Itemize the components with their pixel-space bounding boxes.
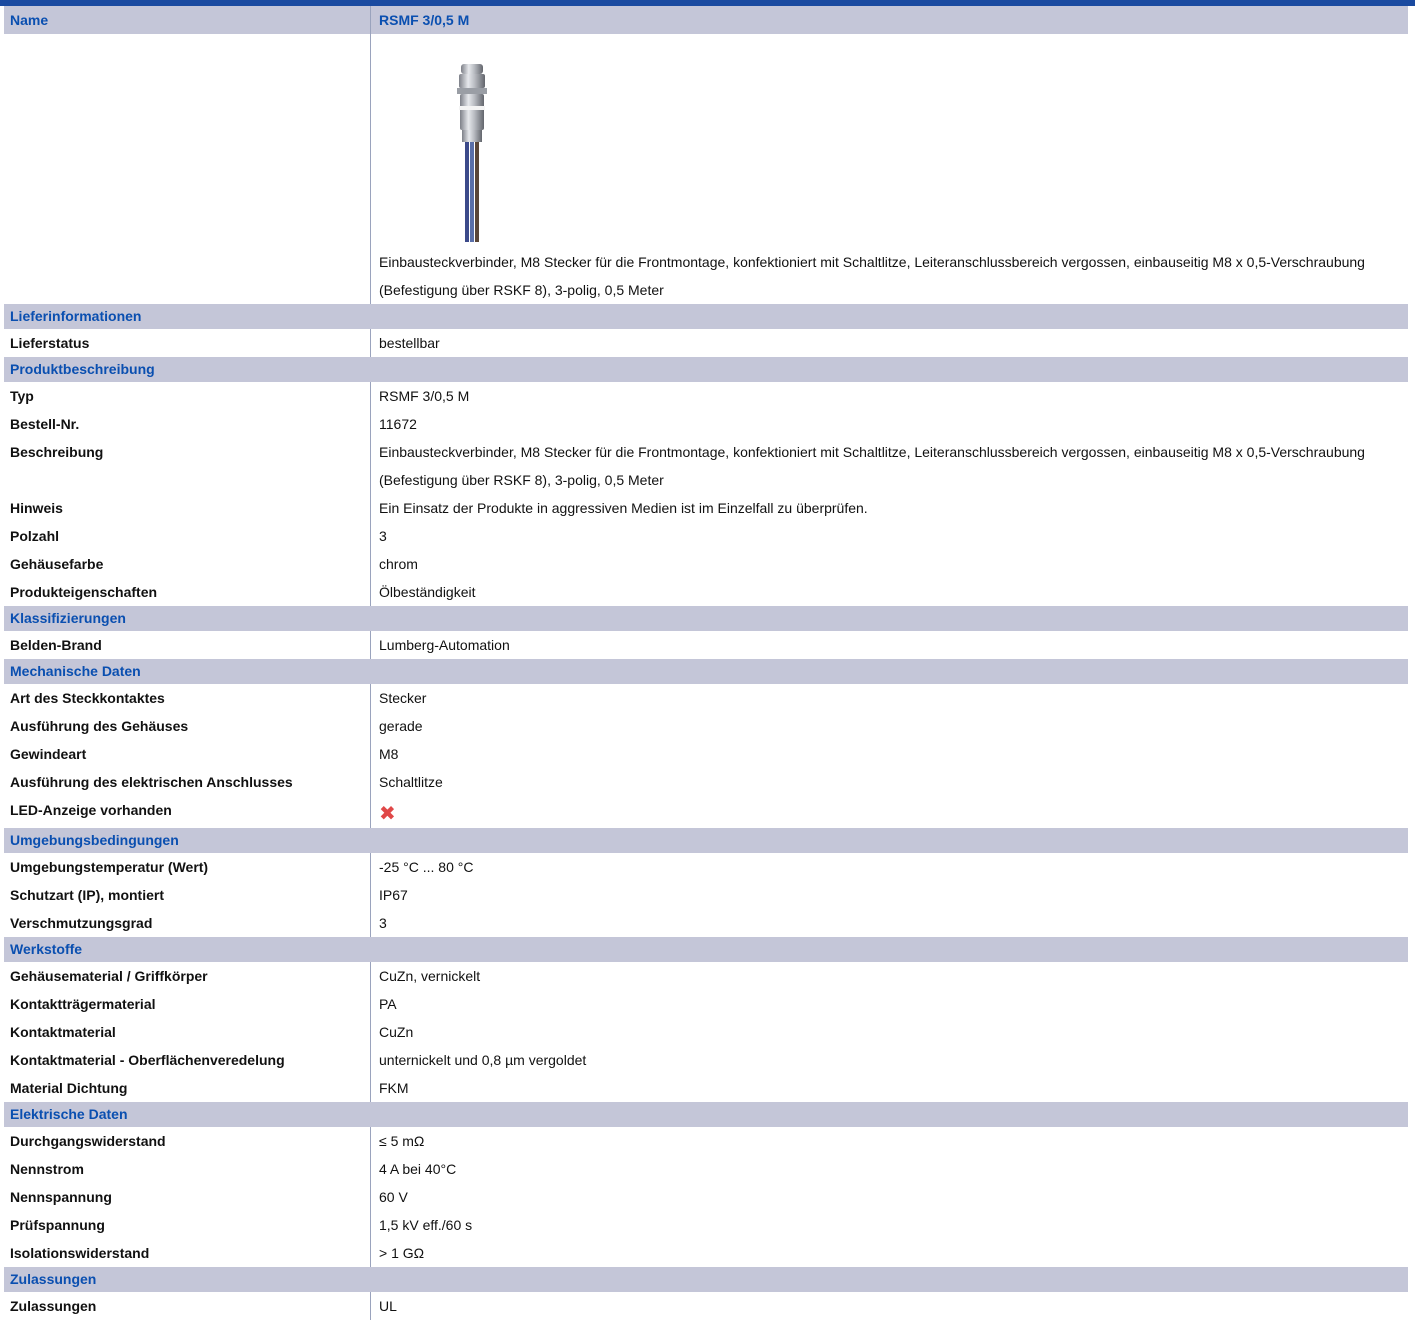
intro-description: Einbausteckverbinder, M8 Stecker für die… bbox=[370, 248, 1408, 304]
section-werkstoffe: Werkstoffe bbox=[4, 937, 1408, 962]
name-value: RSMF 3/0,5 M bbox=[370, 6, 1408, 34]
row-zulassungen: Zulassungen UL bbox=[4, 1292, 1408, 1320]
header-row: Name RSMF 3/0,5 M bbox=[4, 6, 1408, 34]
row-lieferstatus: Lieferstatus bestellbar bbox=[4, 329, 1408, 357]
row-led-anzeige: LED-Anzeige vorhanden ✖ bbox=[4, 796, 1408, 828]
row-art-des-steckkontaktes: Art des Steckkontaktes Stecker bbox=[4, 684, 1408, 712]
row-isolationswiderstand: Isolationswiderstand > 1 GΩ bbox=[4, 1239, 1408, 1267]
row-gehaeusematerial: Gehäusematerial / Griffkörper CuZn, vern… bbox=[4, 962, 1408, 990]
row-ausfuehrung-gehaeuse: Ausführung des Gehäuses gerade bbox=[4, 712, 1408, 740]
section-klassifizierungen: Klassifizierungen bbox=[4, 606, 1408, 631]
row-kontaktmaterial: Kontaktmaterial CuZn bbox=[4, 1018, 1408, 1046]
row-pruefspannung: Prüfspannung 1,5 kV eff./60 s bbox=[4, 1211, 1408, 1239]
section-elektrische-daten: Elektrische Daten bbox=[4, 1102, 1408, 1127]
section-produktbeschreibung: Produktbeschreibung bbox=[4, 357, 1408, 382]
row-oberflaechenveredelung: Kontaktmaterial - Oberflächenveredelung … bbox=[4, 1046, 1408, 1074]
row-beschreibung: Beschreibung Einbausteckverbinder, M8 St… bbox=[4, 438, 1408, 494]
product-image bbox=[457, 64, 487, 242]
row-durchgangswiderstand: Durchgangswiderstand ≤ 5 mΩ bbox=[4, 1127, 1408, 1155]
row-verschmutzungsgrad: Verschmutzungsgrad 3 bbox=[4, 909, 1408, 937]
row-belden-brand: Belden-Brand Lumberg-Automation bbox=[4, 631, 1408, 659]
section-mechanische-daten: Mechanische Daten bbox=[4, 659, 1408, 684]
row-gehaeusefarbe: Gehäusefarbe chrom bbox=[4, 550, 1408, 578]
row-nennspannung: Nennspannung 60 V bbox=[4, 1183, 1408, 1211]
intro-description-row: Einbausteckverbinder, M8 Stecker für die… bbox=[4, 248, 1408, 304]
row-produkteigenschaften: Produkteigenschaften Ölbeständigkeit bbox=[4, 578, 1408, 606]
product-image-row bbox=[4, 34, 1408, 248]
row-nennstrom: Nennstrom 4 A bei 40°C bbox=[4, 1155, 1408, 1183]
section-zulassungen: Zulassungen bbox=[4, 1267, 1408, 1292]
row-hinweis: Hinweis Ein Einsatz der Produkte in aggr… bbox=[4, 494, 1408, 522]
cross-icon: ✖ bbox=[379, 803, 396, 825]
row-gewindeart: Gewindeart M8 bbox=[4, 740, 1408, 768]
row-typ: Typ RSMF 3/0,5 M bbox=[4, 382, 1408, 410]
datasheet-table: Name RSMF 3/0,5 M Einbausteckverbinder, … bbox=[4, 6, 1408, 1320]
row-bestell-nr: Bestell-Nr. 11672 bbox=[4, 410, 1408, 438]
row-umgebungstemperatur: Umgebungstemperatur (Wert) -25 °C ... 80… bbox=[4, 853, 1408, 881]
row-elektrischer-anschluss: Ausführung des elektrischen Anschlusses … bbox=[4, 768, 1408, 796]
row-schutzart: Schutzart (IP), montiert IP67 bbox=[4, 881, 1408, 909]
section-lieferinformationen: Lieferinformationen bbox=[4, 304, 1408, 329]
section-umgebungsbedingungen: Umgebungsbedingungen bbox=[4, 828, 1408, 853]
row-polzahl: Polzahl 3 bbox=[4, 522, 1408, 550]
row-kontakttraegermaterial: Kontaktträgermaterial PA bbox=[4, 990, 1408, 1018]
name-label: Name bbox=[10, 12, 49, 28]
row-material-dichtung: Material Dichtung FKM bbox=[4, 1074, 1408, 1102]
